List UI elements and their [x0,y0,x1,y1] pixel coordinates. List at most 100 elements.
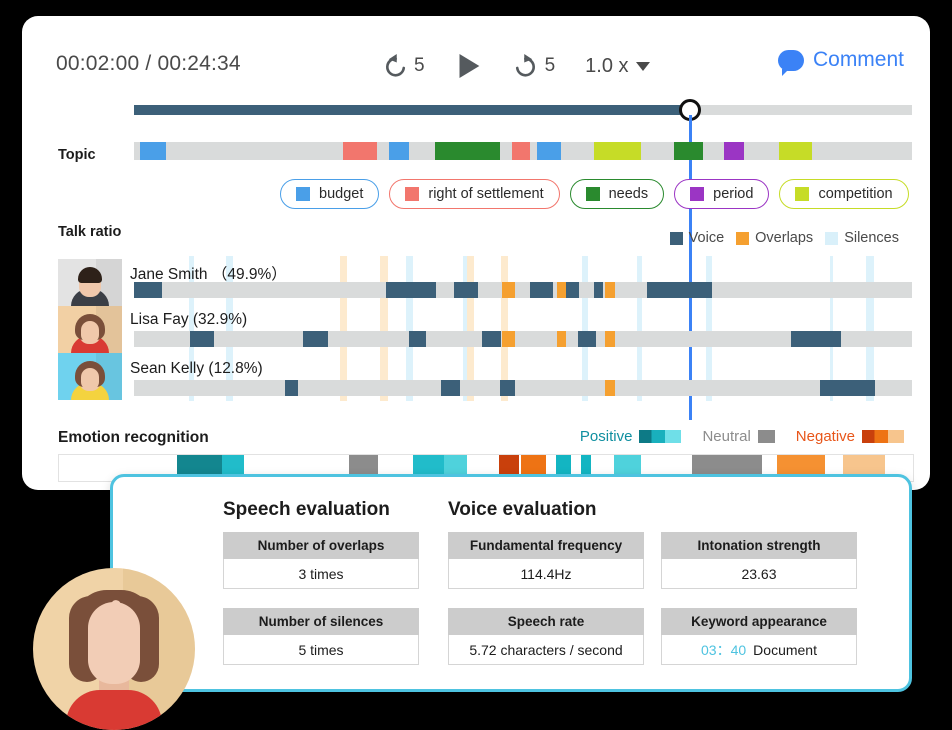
metric-header: Number of silences [223,608,419,635]
voice-segment [646,282,712,298]
talk-ratio-legend-label: Voice [688,230,725,246]
rewind-button[interactable]: 5 [372,51,433,81]
comment-button[interactable]: Comment [777,48,904,76]
avatar [58,353,122,400]
color-swatch-icon [795,187,810,201]
emotion-legend-label: Neutral [702,428,751,445]
voice-segment [577,331,596,347]
comment-label: Comment [812,48,904,71]
voice-segment [285,380,298,396]
keyword-timestamp[interactable]: 03：40 [701,640,746,660]
metric-value: 5.72 characters / second [448,635,644,665]
voice-segment [820,380,876,396]
topic-chip-budget[interactable]: budget [280,179,380,209]
metric-fundamental-frequency: Fundamental frequency 114.4Hz [448,532,644,589]
emotion-legend-item: Neutral [702,428,775,445]
keyword-text: Document [753,641,817,658]
rewind-icon [386,54,406,77]
topic-segment [593,142,641,160]
topic-track[interactable] [134,142,912,160]
play-button[interactable] [433,49,503,83]
talk-ratio-legend-item: Overlaps [736,230,813,246]
topic-segment [342,142,377,160]
voice-segment [134,282,163,298]
metric-value: 23.63 [661,559,857,589]
emotion-legend-item: Negative [796,428,904,445]
color-swatch-icon [669,231,683,245]
topic-chip-label: competition [818,186,893,202]
talk-ratio-legend-label: Silences [844,230,899,246]
playhead-line [689,115,693,420]
overlap-segment [605,331,615,347]
metric-value: 3 times [223,559,419,589]
color-swatch-icon [690,187,705,201]
color-swatch-icon [296,187,310,201]
emotion-label: Emotion recognition [58,429,209,446]
topic-chip-competition[interactable]: competition [779,179,909,209]
forward-button[interactable]: 5 [503,51,564,81]
talk-ratio-legend-item: Silences [825,230,899,246]
app-root: 00:02:00 / 00:24:34 5 5 1.0 x Comment To… [0,0,952,730]
avatar [58,259,122,306]
emotion-gradient-swatch-icon [639,430,682,443]
topic-chip-label: period [713,186,754,202]
speaker-avatars [58,259,122,400]
current-speaker-avatar [33,568,195,730]
topic-chip-label: needs [608,186,649,202]
topic-label: Topic [58,147,96,163]
metric-value: 114.4Hz [448,559,644,589]
comment-bubble-icon [777,49,804,76]
voice-segment [385,282,437,298]
topic-chip-label: right of settlement [428,186,544,202]
metric-intonation-strength: Intonation strength 23.63 [661,532,857,589]
avatar-face [81,321,99,343]
color-swatch-icon [736,231,750,245]
topic-segment [536,142,561,160]
overlap-segment [605,380,615,396]
voice-segment [481,331,502,347]
metric-header: Intonation strength [661,532,857,559]
overlap-segment [502,331,516,347]
emotion-legend-label: Positive [579,428,633,445]
play-icon [459,53,479,79]
topic-chip-needs[interactable]: needs [569,179,665,209]
emotion-gradient-swatch-icon [757,430,775,443]
voice-segment [454,282,479,298]
overlap-segment [502,282,516,298]
color-swatch-icon [405,187,420,201]
color-swatch-icon [825,231,839,245]
transport-controls: 5 5 1.0 x [372,44,650,88]
overlap-segment [605,282,615,298]
voice-segment [408,331,426,347]
emotion-legend-label: Negative [795,428,855,445]
chevron-down-icon [635,61,650,71]
speaker-timeline-track[interactable] [134,282,912,298]
evaluation-panel: Speech evaluation Voice evaluation Numbe… [110,474,912,692]
topic-chip-right-of-settlement[interactable]: right of settlement [389,179,560,209]
forward-seconds: 5 [544,55,556,76]
topic-segment [724,142,745,160]
voice-segment [500,380,515,396]
talk-ratio-label: Talk ratio [58,224,122,240]
metric-header: Keyword appearance [661,608,857,635]
metric-speech-rate: Speech rate 5.72 characters / second [448,608,644,665]
analysis-card: 00:02:00 / 00:24:34 5 5 1.0 x Comment To… [22,16,930,490]
forward-icon [515,54,535,77]
seek-bar[interactable] [134,99,912,121]
voice-segment [565,282,579,298]
talk-ratio-legend: Voice Overlaps Silences [669,230,904,246]
rewind-seconds: 5 [414,55,425,76]
avatar [58,306,122,353]
metric-header: Number of overlaps [223,532,419,559]
speaker-timeline-track[interactable] [134,331,912,347]
overlap-segment [557,331,566,347]
avatar-face [81,368,99,390]
playback-speed-selector[interactable]: 1.0 x [563,55,650,78]
voice-segment [189,331,215,347]
topic-segment [674,142,703,160]
metric-value: 5 times [223,635,419,665]
speaker-timeline-track[interactable] [134,380,912,396]
metric-header: Fundamental frequency [448,532,644,559]
topic-chip-period[interactable]: period [674,179,770,209]
voice-segment [303,331,329,347]
